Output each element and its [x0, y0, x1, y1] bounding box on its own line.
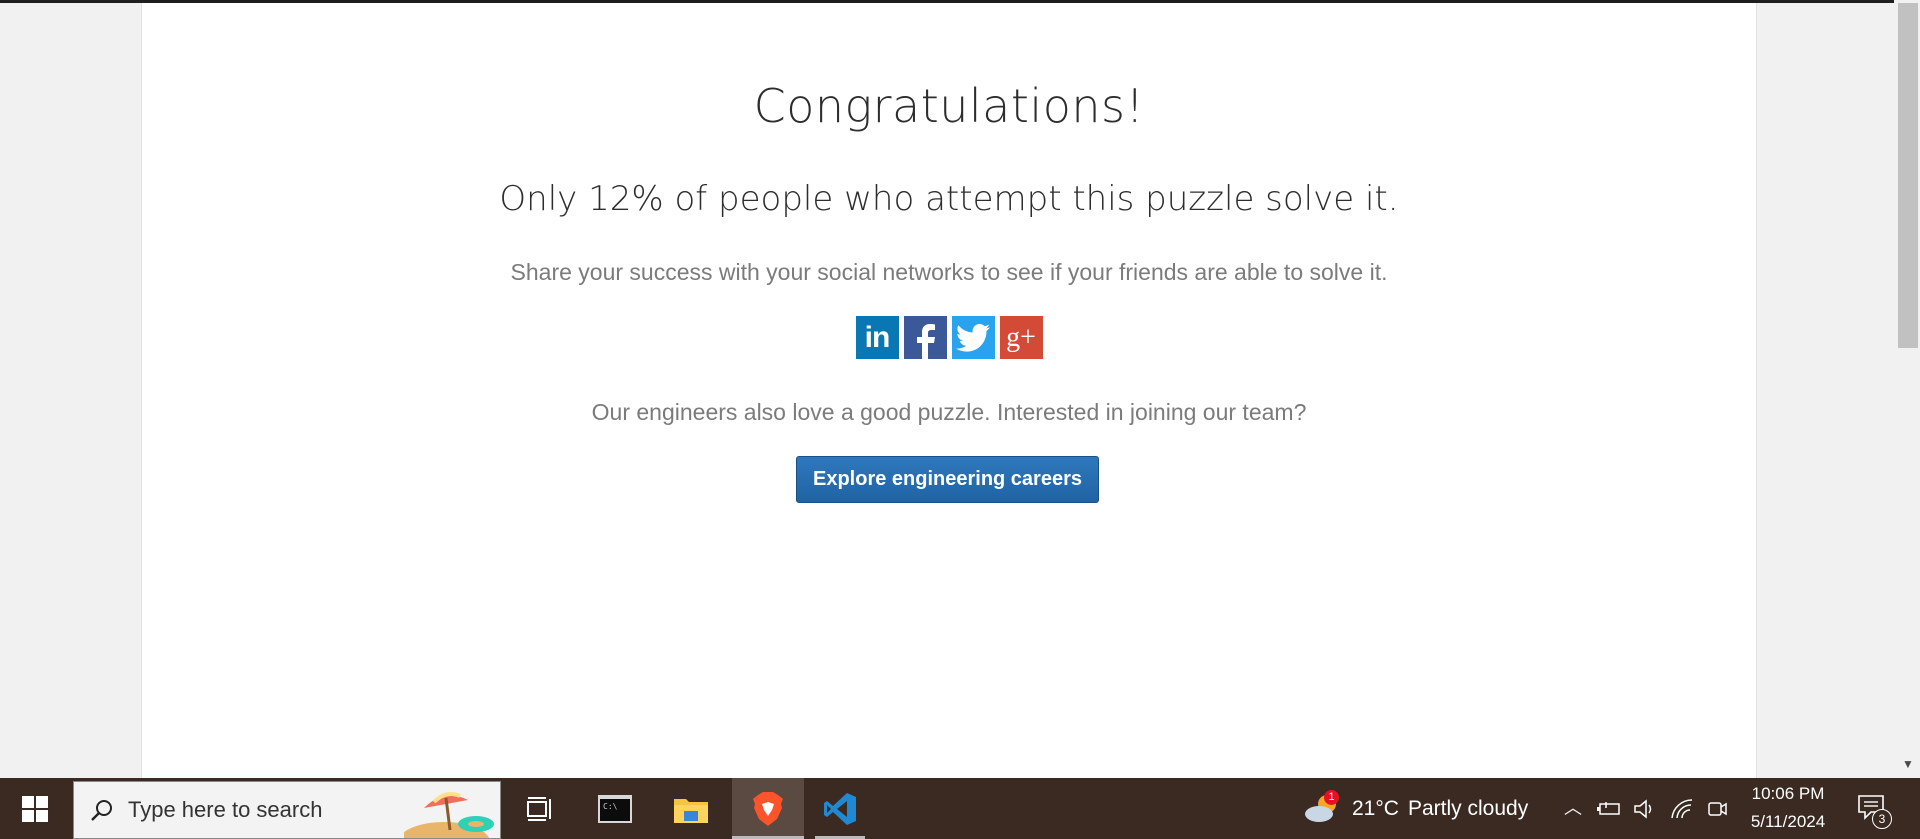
- volume-icon[interactable]: [1633, 798, 1657, 820]
- search-placeholder: Type here to search: [128, 797, 323, 822]
- task-view-button[interactable]: [510, 778, 570, 839]
- beach-umbrella-icon: [404, 780, 500, 838]
- brave-browser-taskbar-button[interactable]: [732, 778, 804, 839]
- linkedin-share-button[interactable]: in: [855, 316, 899, 359]
- googleplus-icon: g+: [1006, 321, 1036, 353]
- scrollbar-thumb[interactable]: [1898, 3, 1918, 348]
- camera-privacy-icon[interactable]: [1706, 798, 1728, 820]
- success-rate-text: Only 12% of people who attempt this puzz…: [499, 179, 1399, 219]
- start-button[interactable]: [0, 778, 70, 839]
- vscode-taskbar-button[interactable]: [805, 778, 875, 839]
- clock-time: 10:06 PM: [1751, 784, 1825, 803]
- file-explorer-icon: [674, 798, 708, 823]
- search-icon: [91, 800, 112, 821]
- careers-prompt: Our engineers also love a good puzzle. I…: [591, 399, 1307, 425]
- weather-description: Partly cloudy: [1408, 797, 1529, 820]
- task-view-icon: [527, 796, 551, 821]
- windows-taskbar: Type here to search C:\ 1 21°C Partly cl…: [0, 778, 1920, 839]
- show-hidden-icons-chevron-up-icon[interactable]: ︿: [1564, 794, 1582, 820]
- battery-icon[interactable]: [1596, 800, 1622, 818]
- facebook-icon: [916, 324, 935, 359]
- share-prompt: Share your success with your social netw…: [510, 259, 1388, 285]
- weather-alert-badge: 1: [1324, 790, 1339, 805]
- twitter-share-button[interactable]: [951, 316, 995, 359]
- brave-browser-icon: [753, 791, 783, 826]
- vscode-icon: [824, 792, 856, 825]
- file-explorer-taskbar-button[interactable]: [661, 778, 721, 839]
- twitter-icon: [956, 323, 990, 352]
- weather-widget[interactable]: 1 21°C Partly cloudy: [1300, 778, 1535, 839]
- scroll-down-arrow-icon[interactable]: ▼: [1900, 756, 1916, 772]
- page-title: Congratulations!: [753, 79, 1145, 133]
- linkedin-icon: in: [864, 320, 891, 354]
- congratulations-page: Congratulations! Only 12% of people who …: [141, 3, 1757, 778]
- wifi-icon[interactable]: [1670, 798, 1696, 820]
- notification-center-button[interactable]: 3: [1855, 790, 1895, 830]
- facebook-share-button[interactable]: [903, 316, 947, 359]
- weather-temperature: 21°C: [1352, 797, 1399, 820]
- windows-start-icon: [22, 795, 48, 822]
- googleplus-share-button[interactable]: g+: [999, 316, 1043, 359]
- notification-count-badge: 3: [1872, 809, 1892, 829]
- explore-careers-button[interactable]: Explore engineering careers: [796, 456, 1099, 503]
- taskbar-search-box[interactable]: Type here to search: [73, 781, 501, 839]
- terminal-icon: C:\: [598, 794, 632, 823]
- clock-date: 5/11/2024: [1750, 812, 1826, 831]
- terminal-taskbar-button[interactable]: C:\: [585, 778, 645, 839]
- svg-text:C:\: C:\: [603, 802, 618, 811]
- social-share-buttons: in g+: [142, 316, 1756, 359]
